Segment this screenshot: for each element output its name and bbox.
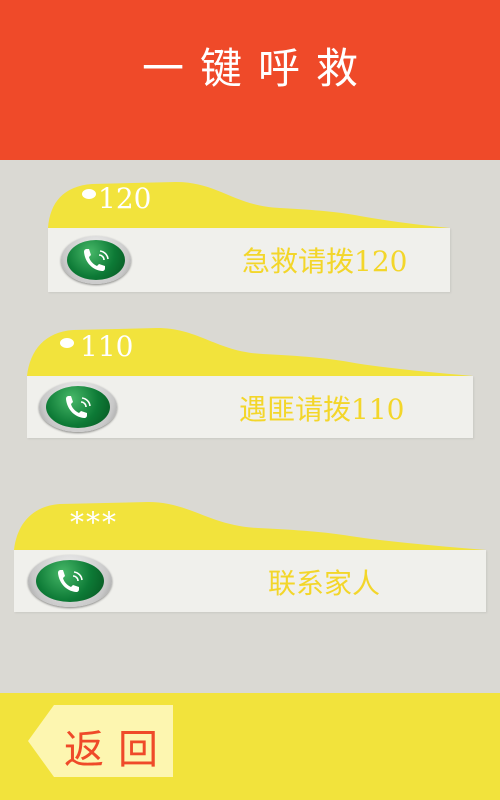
call-label: 联系家人 (268, 567, 381, 600)
tab-number-label: 120 (98, 182, 152, 215)
tab-dot-icon (60, 338, 74, 348)
tab-number-label: *** (70, 506, 118, 539)
call-120-button[interactable]: 120 急救请拨120 (48, 180, 450, 292)
title-bar: 一键呼救 (0, 0, 500, 160)
call-110-button[interactable]: 110 遇匪请拨110 (27, 326, 473, 438)
card-body: 遇匪请拨110 (27, 376, 473, 438)
phone-call-icon (61, 236, 131, 284)
call-label: 遇匪请拨110 (239, 393, 405, 426)
call-label: 急救请拨120 (242, 245, 408, 278)
page-title: 一键呼救 (141, 43, 374, 93)
phone-call-icon (28, 555, 112, 607)
back-label: 返回 (64, 727, 172, 773)
call-family-button[interactable]: *** 联系家人 (14, 498, 486, 612)
card-body: 急救请拨120 (48, 228, 450, 292)
card-body: 联系家人 (14, 550, 486, 612)
tab-number-label: 110 (80, 330, 134, 363)
tab-dot-icon (82, 189, 96, 199)
back-button[interactable]: 返回 (28, 703, 173, 779)
phone-call-icon (39, 382, 117, 432)
